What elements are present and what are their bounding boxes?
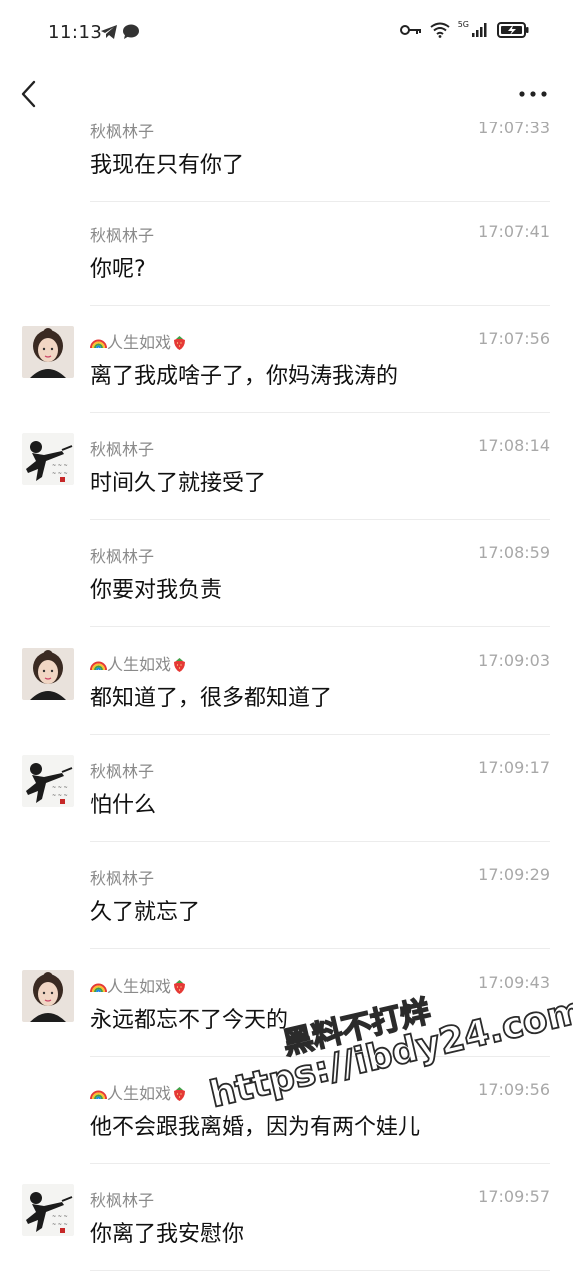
strawberry-icon xyxy=(171,978,188,995)
message-time: 17:09:57 xyxy=(478,1187,550,1206)
message-text: 你呢? xyxy=(90,257,146,282)
list-item: 人生如戏 17:07:56 离了我成啥子了，你妈涛我涛的 xyxy=(0,306,573,413)
svg-text:~ ~ ~: ~ ~ ~ xyxy=(52,793,68,799)
avatar[interactable]: ~ ~ ~ ~ ~ ~ xyxy=(22,1184,74,1236)
wifi-icon xyxy=(430,22,450,38)
message-time: 17:09:29 xyxy=(478,865,550,884)
message-time: 17:09:43 xyxy=(478,973,550,992)
divider xyxy=(90,1270,550,1271)
message-text: 你离了我安慰你 xyxy=(90,1222,245,1247)
message-time: 17:08:59 xyxy=(478,543,550,562)
strawberry-icon xyxy=(171,656,188,673)
message-text: 都知道了，很多都知道了 xyxy=(90,686,333,711)
sender-name: 秋枫林子 xyxy=(90,869,155,888)
network-type: 5G xyxy=(457,19,469,29)
svg-text:~ ~ ~: ~ ~ ~ xyxy=(52,1222,68,1228)
sender-name: 人生如戏 xyxy=(90,973,188,997)
avatar[interactable]: ~ ~ ~ ~ ~ ~ xyxy=(22,755,74,807)
back-button[interactable] xyxy=(16,78,44,110)
list-item: 人生如戏 17:09:03 都知道了，很多都知道了 xyxy=(0,628,573,735)
signal-icon xyxy=(472,23,487,37)
svg-text:~ ~ ~: ~ ~ ~ xyxy=(52,471,68,477)
rainbow-icon xyxy=(90,1085,107,1102)
divider xyxy=(90,626,550,627)
message-text: 怕什么 xyxy=(90,793,157,818)
list-item: 秋枫林子 17:09:29 久了就忘了 xyxy=(0,842,573,949)
message-text: 永远都忘不了今天的 xyxy=(90,1008,289,1033)
status-time: 11:13 xyxy=(48,22,103,43)
chevron-left-icon xyxy=(21,80,36,108)
sender-name: 秋枫林子 xyxy=(90,1191,155,1210)
sender-name: 秋枫林子 xyxy=(90,440,155,459)
svg-text:~ ~ ~: ~ ~ ~ xyxy=(52,463,68,469)
rainbow-icon xyxy=(90,334,107,351)
more-button[interactable] xyxy=(517,84,549,104)
sender-name: 人生如戏 xyxy=(90,1080,188,1104)
sender-name: 秋枫林子 xyxy=(90,547,155,566)
list-item: ~ ~ ~ ~ ~ ~ 秋枫林子 17:08:14 时间久了就接受了 xyxy=(0,413,573,520)
list-item: ~ ~ ~ ~ ~ ~ 秋枫林子 17:09:57 你离了我安慰你 xyxy=(0,1164,573,1271)
telegram-icon xyxy=(101,25,117,39)
chat-header xyxy=(0,66,573,122)
message-text: 时间久了就接受了 xyxy=(90,471,267,496)
list-item: 秋枫林子 17:08:59 你要对我负责 xyxy=(0,520,573,627)
message-time: 17:08:14 xyxy=(478,436,550,455)
battery-charging-icon xyxy=(497,22,529,38)
rainbow-icon xyxy=(90,978,107,995)
list-item: ~ ~ ~ ~ ~ ~ 秋枫林子 17:09:17 怕什么 xyxy=(0,735,573,842)
message-text: 我现在只有你了 xyxy=(90,153,245,178)
list-item: 秋枫林子 17:07:41 你呢? xyxy=(0,199,573,306)
avatar[interactable]: ~ ~ ~ ~ ~ ~ xyxy=(22,433,74,485)
sender-name: 秋枫林子 xyxy=(90,762,155,781)
divider xyxy=(90,948,550,949)
avatar[interactable] xyxy=(22,970,74,1022)
avatar[interactable] xyxy=(22,326,74,378)
strawberry-icon xyxy=(171,1085,188,1102)
key-icon xyxy=(399,25,421,35)
message-text: 你要对我负责 xyxy=(90,578,223,603)
sender-name: 人生如戏 xyxy=(90,329,188,353)
system-icons: 5G xyxy=(399,19,529,38)
message-time: 17:07:56 xyxy=(478,329,550,348)
message-text: 离了我成啥子了，你妈涛我涛的 xyxy=(90,364,399,389)
message-icon xyxy=(123,24,139,39)
more-dots-icon xyxy=(519,91,547,97)
message-time: 17:07:41 xyxy=(478,222,550,241)
strawberry-icon xyxy=(171,334,188,351)
message-time: 17:09:03 xyxy=(478,651,550,670)
svg-text:~ ~ ~: ~ ~ ~ xyxy=(52,1214,68,1220)
svg-text:~ ~ ~: ~ ~ ~ xyxy=(52,785,68,791)
message-text: 久了就忘了 xyxy=(90,900,201,925)
rainbow-icon xyxy=(90,656,107,673)
avatar[interactable] xyxy=(22,648,74,700)
status-bar: 11:13 5G xyxy=(0,0,573,66)
message-time: 17:09:56 xyxy=(478,1080,550,1099)
sender-name: 秋枫林子 xyxy=(90,226,155,245)
message-time: 17:09:17 xyxy=(478,758,550,777)
notification-icons xyxy=(100,24,140,40)
sender-name: 人生如戏 xyxy=(90,651,188,675)
message-text: 他不会跟我离婚，因为有两个娃儿 xyxy=(90,1115,421,1140)
